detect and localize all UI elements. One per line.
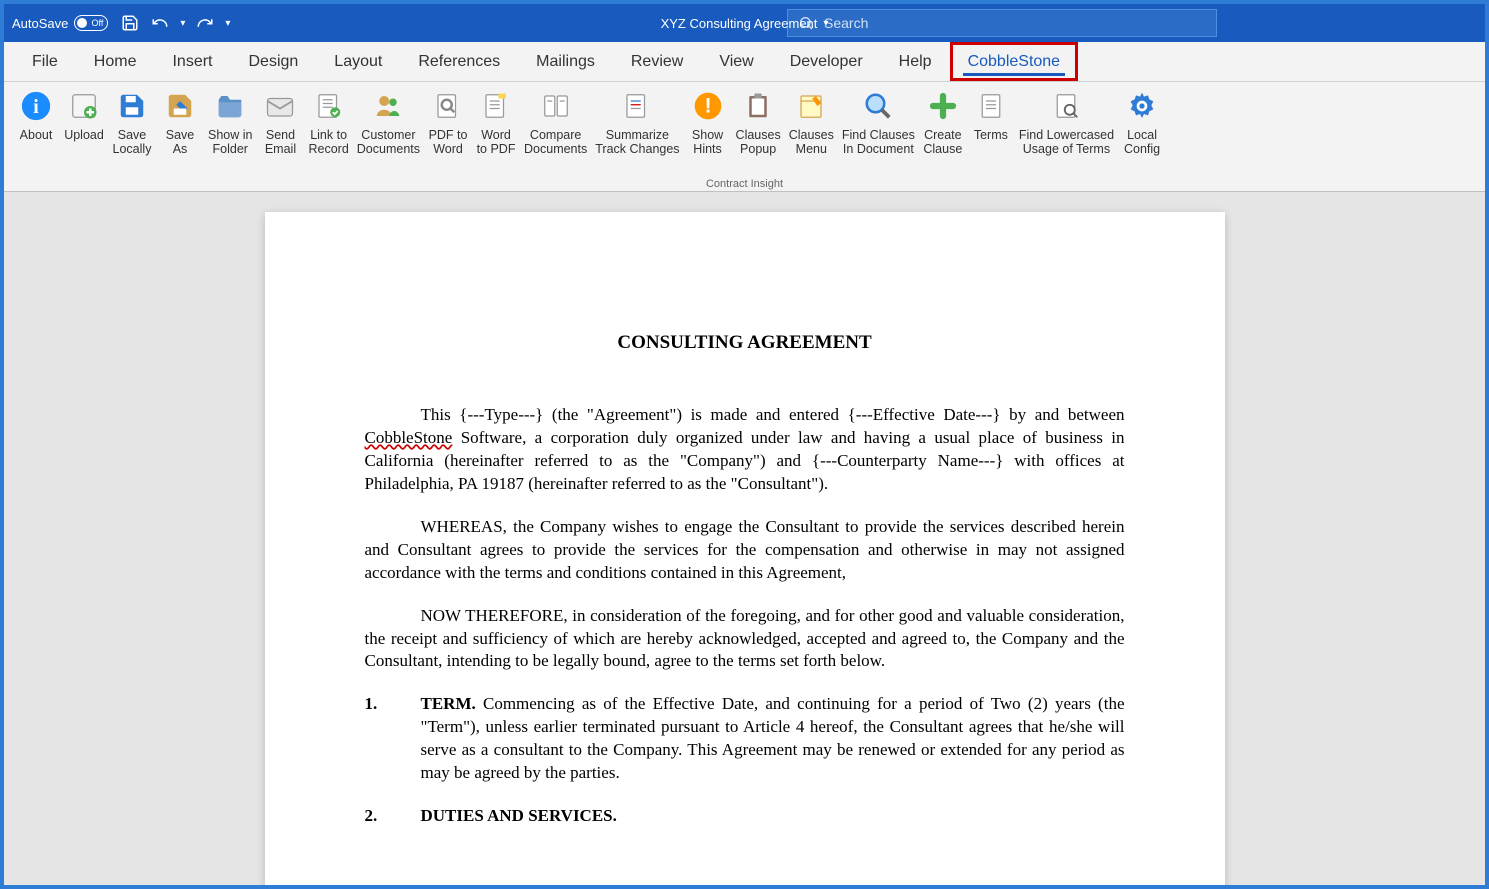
- magnifier-icon: [860, 88, 896, 124]
- tab-design[interactable]: Design: [230, 42, 316, 81]
- redo-icon[interactable]: [195, 13, 215, 33]
- upload-button[interactable]: Upload: [60, 86, 108, 178]
- pdf-to-word-button[interactable]: PDF to Word: [424, 86, 472, 178]
- quick-access-toolbar: ▾ ▾: [120, 13, 230, 33]
- svg-text:i: i: [33, 96, 39, 118]
- tab-references[interactable]: References: [400, 42, 518, 81]
- clauses-popup-button[interactable]: Clauses Popup: [732, 86, 785, 178]
- document-title[interactable]: XYZ Consulting Agreement ▾: [661, 16, 829, 31]
- tab-layout[interactable]: Layout: [316, 42, 400, 81]
- doc-title-dropdown-icon[interactable]: ▾: [823, 18, 828, 29]
- doc-paragraph: This {---Type---} (the "Agreement") is m…: [365, 404, 1125, 496]
- link-icon: [311, 88, 347, 124]
- save-icon: [114, 88, 150, 124]
- ribbon-tabs: File Home Insert Design Layout Reference…: [4, 42, 1485, 82]
- create-clause-button[interactable]: Create Clause: [919, 86, 967, 178]
- local-config-button[interactable]: Local Config: [1118, 86, 1166, 178]
- doc-paragraph: NOW THEREFORE, in consideration of the f…: [365, 605, 1125, 674]
- title-bar: AutoSave Off ▾ ▾ XYZ Consulting Agreemen…: [4, 4, 1485, 42]
- doc-section: 1. TERM. Commencing as of the Effective …: [365, 693, 1125, 785]
- document-viewport[interactable]: CONSULTING AGREEMENT This {---Type---} (…: [4, 192, 1485, 885]
- undo-icon[interactable]: [150, 13, 170, 33]
- document-icon: [973, 88, 1009, 124]
- tab-help[interactable]: Help: [881, 42, 950, 81]
- undo-dropdown-icon[interactable]: ▾: [180, 18, 185, 29]
- word-to-pdf-button[interactable]: Word to PDF: [472, 86, 520, 178]
- document-search-icon: [1048, 88, 1084, 124]
- tab-file[interactable]: File: [14, 42, 76, 81]
- svg-text:!: !: [704, 94, 711, 118]
- ribbon: i About Upload Save Locally Save As Show…: [4, 82, 1485, 192]
- save-as-icon: [162, 88, 198, 124]
- folder-icon: [212, 88, 248, 124]
- people-icon: [370, 88, 406, 124]
- notepad-icon: [793, 88, 829, 124]
- tab-mailings[interactable]: Mailings: [518, 42, 613, 81]
- tab-insert[interactable]: Insert: [154, 42, 230, 81]
- save-locally-button[interactable]: Save Locally: [108, 86, 156, 178]
- doc-section: 2. DUTIES AND SERVICES.: [365, 805, 1125, 828]
- doc-title: CONSULTING AGREEMENT: [365, 332, 1125, 354]
- compare-documents-button[interactable]: Compare Documents: [520, 86, 591, 178]
- tab-developer[interactable]: Developer: [772, 42, 881, 81]
- spell-error: CobbleStone: [365, 428, 453, 447]
- save-as-button[interactable]: Save As: [156, 86, 204, 178]
- doc-paragraph: WHEREAS, the Company wishes to engage th…: [365, 516, 1125, 585]
- pdf-to-word-icon: [430, 88, 466, 124]
- link-to-record-button[interactable]: Link to Record: [304, 86, 352, 178]
- email-icon: [262, 88, 298, 124]
- gear-icon: [1124, 88, 1160, 124]
- tab-view[interactable]: View: [701, 42, 771, 81]
- track-changes-icon: [619, 88, 655, 124]
- autosave-toggle[interactable]: AutoSave Off: [12, 15, 108, 31]
- terms-button[interactable]: Terms: [967, 86, 1015, 178]
- alert-icon: !: [690, 88, 726, 124]
- show-hints-button[interactable]: ! Show Hints: [684, 86, 732, 178]
- autosave-label: AutoSave: [12, 16, 68, 31]
- customer-documents-button[interactable]: Customer Documents: [353, 86, 424, 178]
- info-icon: i: [18, 88, 54, 124]
- document-page[interactable]: CONSULTING AGREEMENT This {---Type---} (…: [265, 212, 1225, 885]
- tab-review[interactable]: Review: [613, 42, 701, 81]
- word-to-pdf-icon: [478, 88, 514, 124]
- send-email-button[interactable]: Send Email: [256, 86, 304, 178]
- tab-home[interactable]: Home: [76, 42, 155, 81]
- save-icon[interactable]: [120, 13, 140, 33]
- clipboard-icon: [740, 88, 776, 124]
- search-input[interactable]: Search: [787, 9, 1217, 37]
- plus-icon: [925, 88, 961, 124]
- upload-icon: [66, 88, 102, 124]
- ribbon-group-label: Contract Insight: [4, 178, 1485, 190]
- about-button[interactable]: i About: [12, 86, 60, 178]
- show-in-folder-button[interactable]: Show in Folder: [204, 86, 256, 178]
- tab-cobblestone[interactable]: CobbleStone: [950, 42, 1079, 81]
- compare-icon: [538, 88, 574, 124]
- find-lowercased-button[interactable]: Find Lowercased Usage of Terms: [1015, 86, 1118, 178]
- clauses-menu-button[interactable]: Clauses Menu: [785, 86, 838, 178]
- qat-customize-icon[interactable]: ▾: [225, 18, 230, 29]
- find-clauses-button[interactable]: Find Clauses In Document: [838, 86, 919, 178]
- summarize-track-changes-button[interactable]: Summarize Track Changes: [591, 86, 683, 178]
- autosave-switch[interactable]: Off: [74, 15, 108, 31]
